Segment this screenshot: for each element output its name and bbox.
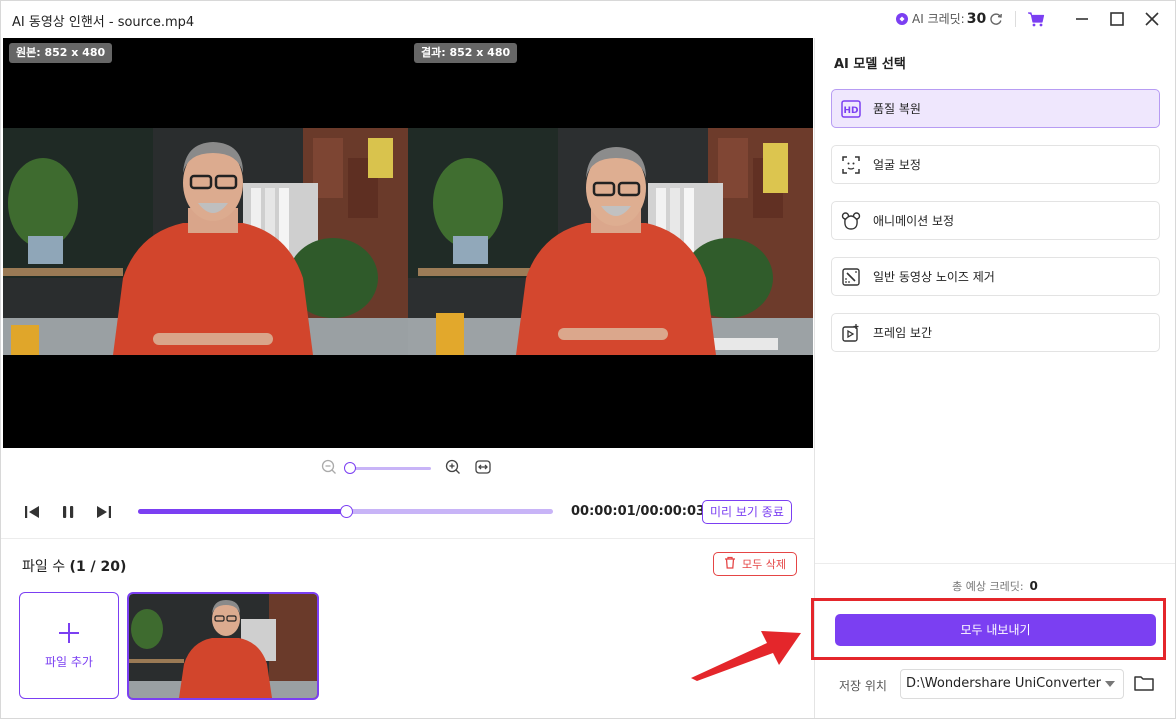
credits-label: AI 크레딧:	[912, 12, 965, 26]
pause-icon[interactable]	[60, 504, 76, 524]
original-frame	[3, 128, 408, 355]
zoom-in-icon[interactable]	[445, 459, 463, 477]
credit-gem-icon	[896, 12, 908, 25]
ai-credits: AI 크레딧: 30	[896, 10, 986, 27]
face-scan-icon	[841, 155, 861, 175]
add-file-button[interactable]: 파일 추가	[19, 592, 119, 699]
refresh-icon[interactable]	[986, 9, 1006, 29]
previous-frame-icon[interactable]	[23, 504, 41, 524]
delete-all-label: 모두 삭제	[742, 558, 786, 571]
save-location-value: D:\Wondershare UniConverter	[906, 676, 1101, 691]
window-title: AI 동영상 인핸서 - source.mp4	[12, 15, 195, 30]
svg-text:HD: HD	[843, 106, 858, 116]
end-preview-button[interactable]: 미리 보기 종료	[702, 500, 792, 524]
model-label: 프레임 보간	[873, 326, 933, 340]
file-count-value: (1 / 20)	[69, 559, 127, 575]
plus-icon	[58, 621, 80, 649]
estimated-credits-value: 0	[1029, 579, 1038, 593]
denoise-icon	[841, 267, 861, 287]
divider	[1, 538, 814, 539]
playback-progress[interactable]	[138, 505, 553, 518]
next-frame-icon[interactable]	[95, 504, 113, 524]
maximize-icon[interactable]	[1107, 9, 1127, 29]
model-quality-restore[interactable]: HD 품질 복원	[831, 89, 1160, 128]
original-resolution-badge: 원본: 852 x 480	[9, 43, 113, 63]
app-window: AI 동영상 인핸서 - source.mp4 AI 크레딧: 30 원본: 8…	[0, 0, 1176, 719]
bear-icon	[841, 211, 861, 231]
save-location-label: 저장 위치	[839, 679, 887, 693]
timecode: 00:00:01/00:00:03	[571, 504, 706, 519]
hd-icon: HD	[841, 99, 861, 119]
panel-title: AI 모델 선택	[834, 57, 906, 72]
video-preview: 원본: 852 x 480 결과: 852 x 480	[3, 38, 813, 448]
minimize-icon[interactable]	[1072, 9, 1092, 29]
playback-bar: 00:00:01/00:00:03 미리 보기 종료	[19, 498, 799, 526]
result-frame	[408, 128, 813, 355]
export-all-button[interactable]: 모두 내보내기	[835, 614, 1156, 646]
model-animation-enhance[interactable]: 애니메이션 보정	[831, 201, 1160, 240]
panel-divider-bottom	[815, 563, 1175, 564]
file-count-label: 파일 수	[22, 559, 66, 575]
estimated-credits: 총 예상 크레딧: 0	[815, 578, 1175, 594]
result-resolution-badge: 결과: 852 x 480	[414, 43, 518, 63]
zoom-slider[interactable]	[344, 462, 431, 474]
model-label: 품질 복원	[873, 102, 921, 116]
annotation-arrow	[691, 631, 801, 681]
playback-progress-knob[interactable]	[339, 505, 353, 518]
zoom-controls	[321, 458, 493, 478]
trash-icon	[724, 556, 736, 572]
model-frame-interpolation[interactable]: 프레임 보간	[831, 313, 1160, 352]
chevron-down-icon	[1105, 681, 1115, 687]
cart-icon[interactable]	[1026, 9, 1046, 29]
save-location-select[interactable]: D:\Wondershare UniConverter	[900, 669, 1124, 699]
model-label: 얼굴 보정	[873, 158, 921, 172]
zoom-slider-knob[interactable]	[344, 462, 356, 474]
video-thumbnail[interactable]	[127, 592, 319, 700]
title-bar: AI 동영상 인핸서 - source.mp4 AI 크레딧: 30	[1, 1, 1175, 37]
delete-all-button[interactable]: 모두 삭제	[713, 552, 797, 576]
zoom-out-icon[interactable]	[321, 459, 339, 477]
model-label: 애니메이션 보정	[873, 214, 955, 228]
frame-interp-icon	[841, 323, 861, 343]
playback-progress-fill	[138, 509, 346, 514]
model-face-enhance[interactable]: 얼굴 보정	[831, 145, 1160, 184]
credits-value: 30	[966, 10, 987, 27]
model-label: 일반 동영상 노이즈 제거	[873, 270, 995, 284]
add-file-label: 파일 추가	[45, 655, 93, 669]
close-icon[interactable]	[1142, 9, 1162, 29]
file-count: 파일 수 (1 / 20)	[22, 556, 126, 576]
model-video-denoise[interactable]: 일반 동영상 노이즈 제거	[831, 257, 1160, 296]
title-divider	[1015, 11, 1016, 27]
fit-width-icon[interactable]	[475, 459, 493, 477]
estimated-credits-label: 총 예상 크레딧:	[952, 580, 1024, 593]
folder-icon[interactable]	[1133, 673, 1155, 693]
